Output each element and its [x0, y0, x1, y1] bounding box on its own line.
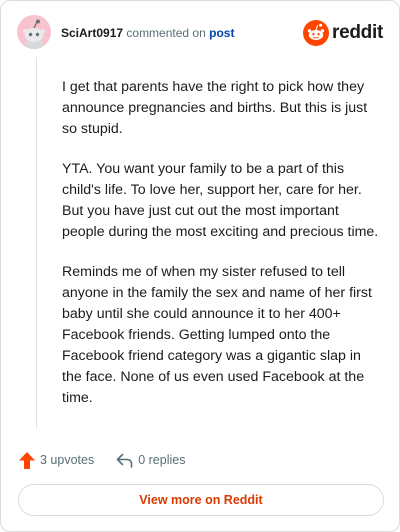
- username-link[interactable]: SciArt0917: [61, 26, 123, 40]
- thread-line[interactable]: [36, 57, 37, 429]
- upvote-arrow-icon: [19, 451, 35, 469]
- comment-body: I get that parents have the right to pic…: [62, 77, 380, 428]
- reddit-logo-icon: [303, 20, 330, 46]
- comment-paragraph: YTA. You want your family to be a part o…: [62, 161, 379, 240]
- comment-attribution: SciArt0917 commented on post: [61, 26, 234, 40]
- reddit-brand[interactable]: reddit: [303, 19, 383, 47]
- reply-count: 0 replies: [138, 453, 186, 467]
- comment-paragraph: Reminds me of when my sister refused to …: [62, 264, 372, 406]
- post-link[interactable]: post: [209, 26, 234, 40]
- comment-header: SciArt0917 commented on post reddit: [17, 15, 383, 51]
- view-more-button[interactable]: View more on Reddit: [18, 484, 384, 516]
- comment-paragraph: I get that parents have the right to pic…: [62, 79, 368, 137]
- comment-embed-card: SciArt0917 commented on post reddit I ge…: [0, 0, 400, 532]
- comment-actions: 3 upvotes 0 replies: [19, 451, 185, 469]
- user-avatar[interactable]: [17, 15, 51, 49]
- commented-on-text: commented on: [126, 26, 206, 40]
- replies-button[interactable]: 0 replies: [116, 453, 185, 468]
- reddit-wordmark: reddit: [332, 22, 383, 43]
- upvote-button[interactable]: 3 upvotes: [19, 451, 95, 469]
- upvote-count: 3 upvotes: [40, 453, 95, 467]
- reply-arrow-icon: [116, 453, 133, 468]
- snoo-avatar-icon: [17, 15, 51, 49]
